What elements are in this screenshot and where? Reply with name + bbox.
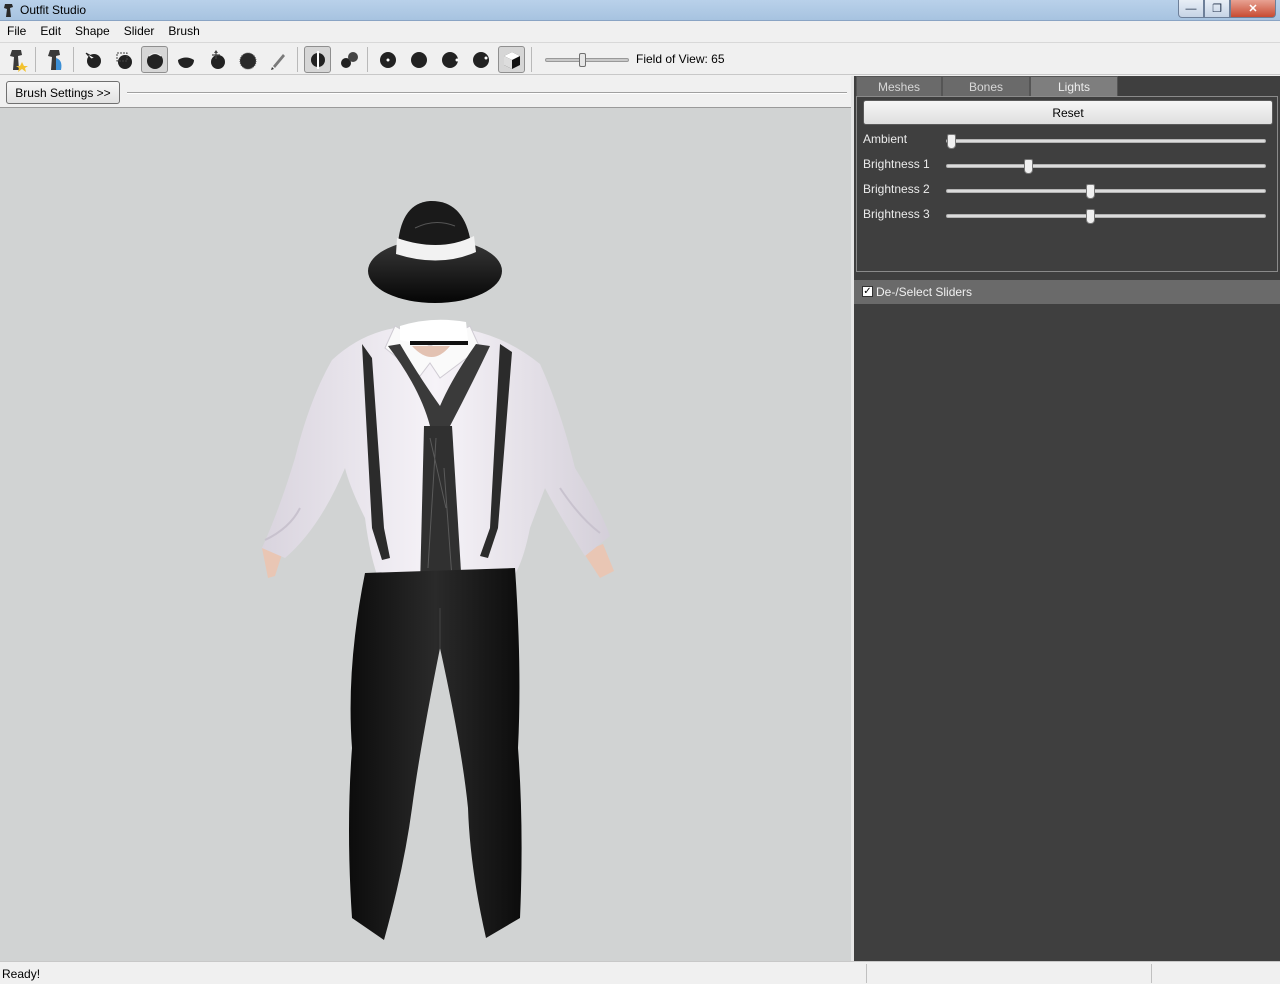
toolbar: Field of View: 65 — [0, 42, 1280, 75]
menu-edit[interactable]: Edit — [33, 21, 68, 42]
panel-tabs: Meshes Bones Lights — [854, 76, 1280, 96]
window-title: Outfit Studio — [20, 3, 87, 17]
x-mirror-icon[interactable] — [304, 46, 331, 73]
field-of-view-slider-thumb[interactable] — [579, 53, 586, 67]
status-bar: Ready! — [0, 961, 1280, 984]
status-divider — [1151, 964, 1152, 983]
ambient-slider[interactable] — [946, 134, 1266, 149]
tab-bones[interactable]: Bones — [942, 76, 1030, 96]
tab-meshes[interactable]: Meshes — [856, 76, 942, 96]
black-pants — [349, 568, 522, 940]
load-outfit-icon[interactable] — [42, 46, 69, 73]
toolbar-separator — [531, 47, 532, 72]
toolbar-separator — [297, 47, 298, 72]
brush-settings-bar: Brush Settings >> — [0, 76, 851, 108]
close-button[interactable]: ✕ — [1230, 0, 1276, 18]
maximize-button[interactable]: ❐ — [1204, 0, 1230, 18]
ambient-row: Ambient — [863, 132, 1273, 150]
reset-button[interactable]: Reset — [863, 100, 1273, 125]
move-brush-icon[interactable] — [203, 46, 230, 73]
smooth-brush-icon[interactable] — [234, 46, 261, 73]
inflate-brush-icon[interactable] — [141, 46, 168, 73]
select-brush-icon[interactable] — [79, 46, 106, 73]
deflate-brush-icon[interactable] — [172, 46, 199, 73]
brightness-2-slider[interactable] — [946, 184, 1266, 199]
mask-brush-icon[interactable] — [110, 46, 137, 73]
brightness-2-row: Brightness 2 — [863, 182, 1273, 200]
window-controls: — ❐ ✕ — [1178, 0, 1276, 18]
brightness-3-row: Brightness 3 — [863, 207, 1273, 225]
left-pane: Brush Settings >> — [0, 76, 851, 961]
field-of-view-slider[interactable] — [545, 53, 629, 67]
select-sliders-checkbox[interactable]: ✓ — [862, 286, 873, 297]
new-project-icon[interactable] — [4, 46, 31, 73]
brush-size-large-icon[interactable] — [436, 46, 463, 73]
toolbar-separator — [73, 47, 74, 72]
ambient-label: Ambient — [863, 132, 908, 146]
connected-only-icon[interactable] — [335, 46, 362, 73]
field-of-view-label: Field of View: 65 — [636, 52, 725, 66]
brightness-2-label: Brightness 2 — [863, 182, 930, 196]
right-pane: Meshes Bones Lights Reset Ambient Bright… — [854, 76, 1280, 961]
ambient-slider-thumb[interactable] — [947, 134, 956, 149]
brightness-1-label: Brightness 1 — [863, 157, 930, 171]
weight-brush-icon[interactable] — [265, 46, 292, 73]
menu-shape[interactable]: Shape — [68, 21, 117, 42]
tab-lights[interactable]: Lights — [1030, 76, 1118, 96]
brightness-3-slider[interactable] — [946, 209, 1266, 224]
brush-size-small-icon[interactable] — [374, 46, 401, 73]
lights-panel: Reset Ambient Brightness 1 Brightness 2 … — [856, 96, 1278, 272]
outfit-model — [262, 200, 614, 940]
brightness-1-slider-thumb[interactable] — [1024, 159, 1033, 174]
app-logo-icon — [4, 4, 13, 17]
sliders-header: ✓ De-/Select Sliders — [854, 280, 1280, 304]
brush-settings-button[interactable]: Brush Settings >> — [6, 81, 120, 104]
menu-bar: File Edit Shape Slider Brush — [0, 21, 1280, 42]
brightness-1-row: Brightness 1 — [863, 157, 1273, 175]
status-text: Ready! — [2, 967, 41, 981]
brush-settings-divider — [127, 92, 847, 94]
fedora-hat — [368, 200, 502, 303]
menu-file[interactable]: File — [0, 21, 33, 42]
toolbar-separator — [367, 47, 368, 72]
shaded-view-icon[interactable] — [498, 46, 525, 73]
title-bar: Outfit Studio — ❐ ✕ — [0, 0, 1280, 21]
brightness-3-slider-thumb[interactable] — [1086, 209, 1095, 224]
brightness-1-slider[interactable] — [946, 159, 1266, 174]
brightness-3-label: Brightness 3 — [863, 207, 930, 221]
brush-size-xlarge-icon[interactable] — [467, 46, 494, 73]
menu-slider[interactable]: Slider — [117, 21, 162, 42]
minimize-button[interactable]: — — [1178, 0, 1204, 18]
select-sliders-label[interactable]: De-/Select Sliders — [876, 285, 972, 299]
toolbar-separator — [35, 47, 36, 72]
brush-size-medium-icon[interactable] — [405, 46, 432, 73]
3d-viewport[interactable] — [0, 108, 851, 961]
status-divider — [866, 964, 867, 983]
menu-brush[interactable]: Brush — [161, 21, 206, 42]
brightness-2-slider-thumb[interactable] — [1086, 184, 1095, 199]
